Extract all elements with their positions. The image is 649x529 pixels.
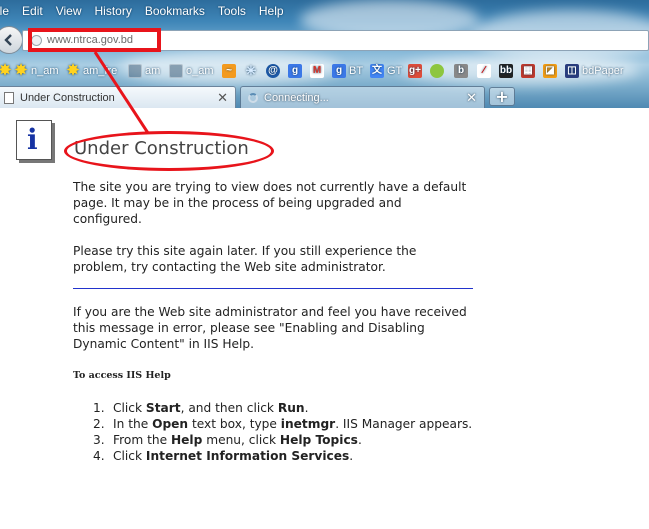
sun-icon: ✸ [0,62,12,79]
chart-icon: ~ [222,64,236,78]
bookmark-label: bdPaper [582,65,624,77]
bookmark-red[interactable]: ⁄ [477,62,494,80]
bookmark-o-am[interactable]: o_am [169,62,214,80]
tab-title: Under Construction [20,91,115,104]
leaf-icon [430,64,444,78]
gplus-icon: g+ [408,64,422,78]
bookmark-google-2[interactable]: g BT [332,62,363,80]
bb-icon: bb [499,64,513,78]
bookmark-gmail[interactable]: M [310,62,327,80]
step-1: 1. Click Start, and then click Run. [93,401,309,415]
bookmark-label: GT [387,65,403,77]
pattern-icon: ▦ [521,64,535,78]
bookmark-chart[interactable]: ~ [222,62,239,80]
page-content: i Under Construction The site you are tr… [0,108,649,529]
bookmarks-toolbar: ✸ ✸ n_am ✸ am_fre am o_am ~ ✳ @ g M g BT 文G… [0,60,649,82]
translate-icon: 文 [370,64,384,78]
menu-view[interactable]: View [56,4,82,22]
tab-connecting[interactable]: Connecting... ✕ [240,86,485,108]
bookmark-label: n_am [31,65,59,77]
annotation-url-highlight [28,28,161,52]
square-icon [169,64,183,78]
page-icon [4,91,14,104]
square-icon [128,64,142,78]
sun-icon: ✸ [14,62,28,79]
menu-history[interactable]: History [95,4,132,22]
tab-under-construction[interactable]: Under Construction ✕ [0,86,236,108]
step-3: 3. From the Help menu, click Help Topics. [93,433,362,447]
loading-icon [248,92,258,103]
bookmark-at[interactable]: @ [266,62,283,80]
paragraph-admin: If you are the Web site administrator an… [73,305,467,351]
bookmark-orange[interactable]: ◪ [543,62,560,80]
google-icon: g [332,64,346,78]
at-icon: @ [266,64,280,78]
back-arrow-icon [4,34,12,46]
bookmark-b[interactable]: b [454,62,471,80]
step-2: 2. In the Open text box, type inetmgr. II… [93,417,473,431]
bookmark-am-fre[interactable]: ✸ am_fre [66,62,118,80]
bookmark-am[interactable]: am [128,62,160,80]
tab-title: Connecting... [264,91,329,104]
step-4: 4. Click Internet Information Services. [93,449,354,463]
bookmark-pattern[interactable]: ▦ [521,62,538,80]
browser-chrome: ile Edit View History Bookmarks Tools He… [0,0,649,108]
divider [73,288,473,289]
info-icon: i [16,120,52,160]
steps-list: 1. Click Start, and then click Run. 2. In … [93,400,473,464]
menu-file[interactable]: ile [0,4,9,22]
tab-bar: Under Construction ✕ Connecting... ✕ + [0,86,649,108]
bookmark-leaf[interactable] [430,62,447,80]
menu-bookmarks[interactable]: Bookmarks [145,4,205,22]
red-icon: ⁄ [477,64,491,78]
paragraph-try-again: Please try this site again later. If you… [73,244,417,274]
info-glyph: i [27,123,38,156]
back-button[interactable] [0,26,23,54]
bookmark-label: am [145,65,161,77]
close-icon[interactable]: ✕ [217,90,228,106]
bookmark-paper[interactable]: ◫ bdPaper [565,62,624,80]
annotation-title-highlight [64,131,274,171]
google-icon: g [288,64,302,78]
menu-help[interactable]: Help [259,4,284,22]
access-heading: To access IIS Help [73,370,171,381]
paper-icon: ◫ [565,64,579,78]
menu-bar: ile Edit View History Bookmarks Tools He… [0,4,297,22]
bookmark-gplus[interactable]: g+ [408,62,425,80]
rss-icon: ◪ [543,64,557,78]
bookmark-label: am_fre [83,65,118,77]
gmail-icon: M [310,64,324,78]
b-icon: b [454,64,468,78]
bookmark-star[interactable]: ✳ [244,62,261,80]
bookmark-n-am[interactable]: ✸ n_am [14,62,59,80]
bookmark-bb[interactable]: bb [499,62,516,80]
bookmark-label: BT [349,65,364,77]
bookmark-label: o_am [186,65,214,77]
menu-edit[interactable]: Edit [22,4,43,22]
bookmark-translate[interactable]: 文 GT [370,62,402,80]
sun-icon: ✸ [66,62,80,79]
asterisk-icon: ✳ [245,63,257,78]
bookmark-sun-1[interactable]: ✸ [0,62,15,80]
paragraph-default-page: The site you are trying to view does not… [73,180,467,226]
close-icon[interactable]: ✕ [466,90,477,106]
new-tab-button[interactable]: + [489,87,515,106]
menu-tools[interactable]: Tools [218,4,246,22]
bookmark-google[interactable]: g [288,62,305,80]
